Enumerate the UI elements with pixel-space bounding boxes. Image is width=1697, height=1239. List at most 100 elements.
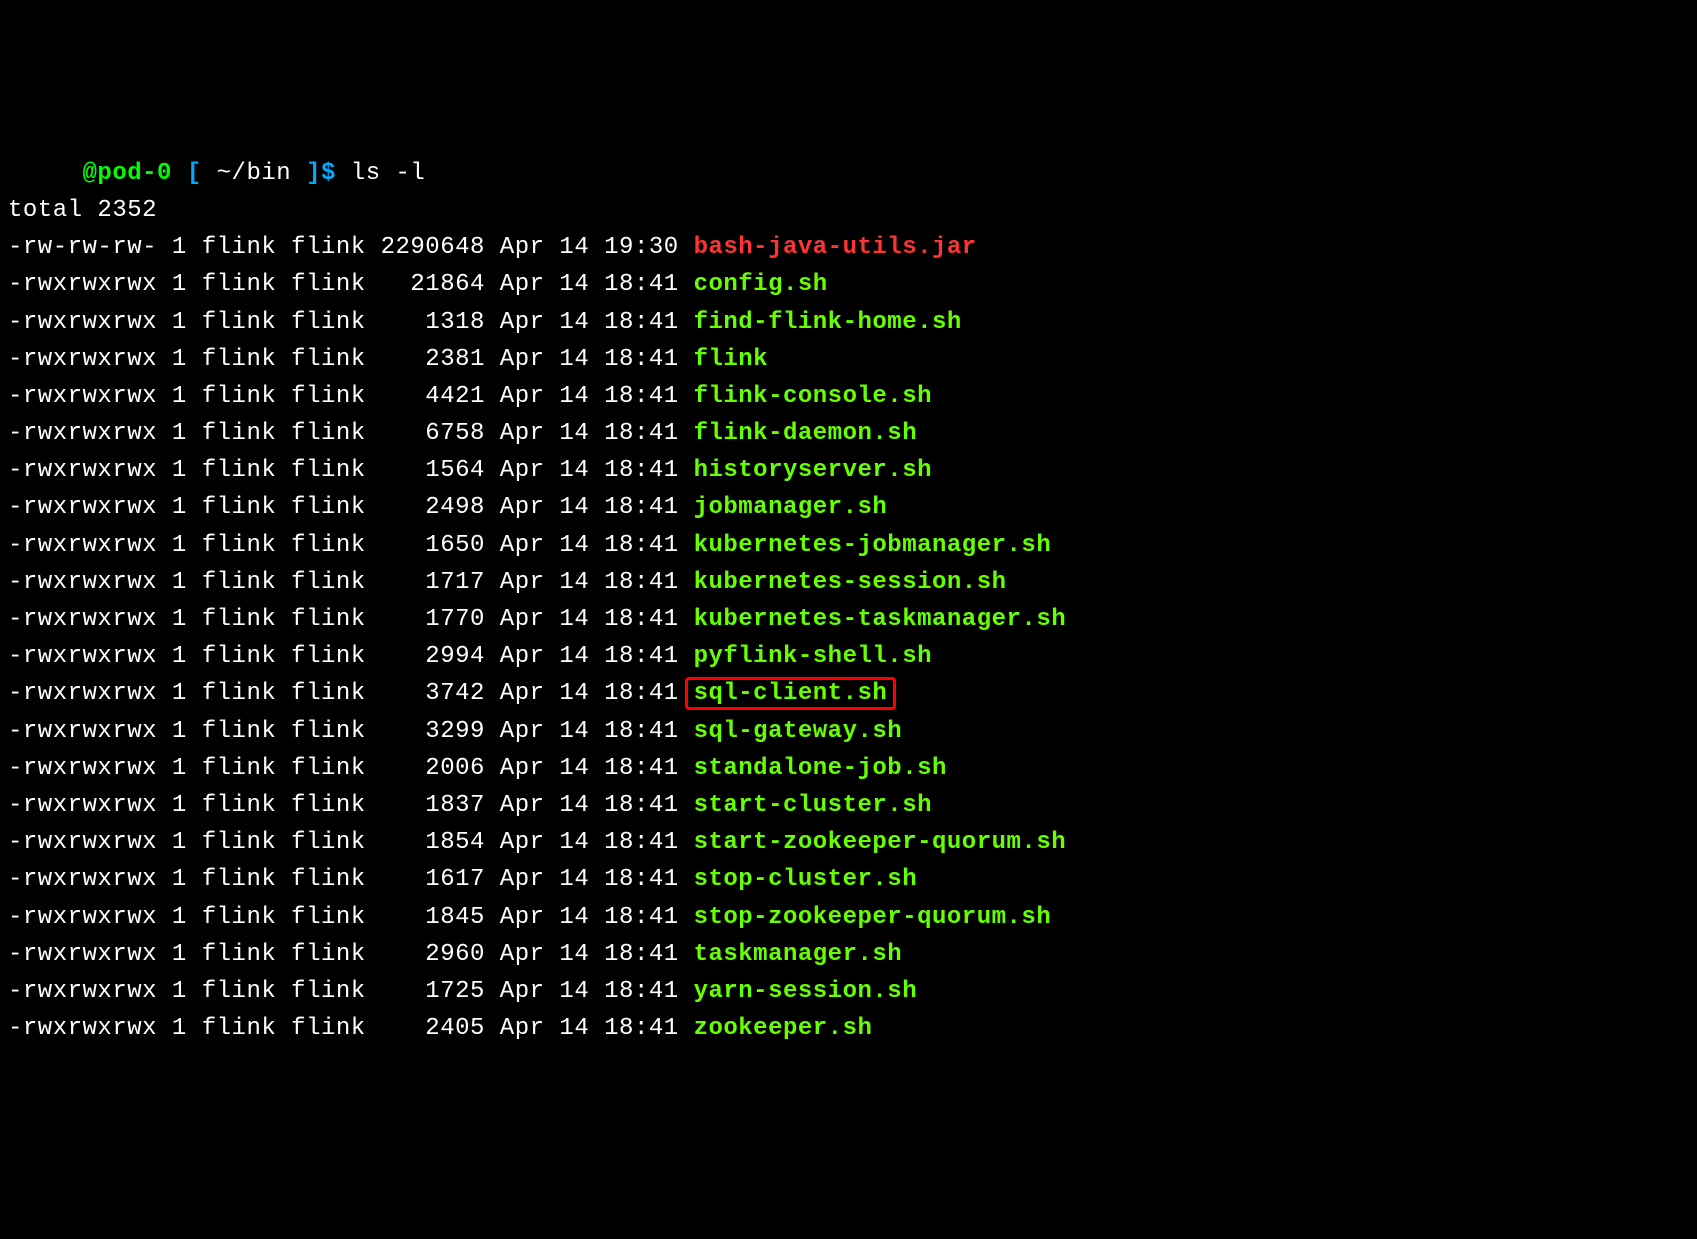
file-time: 18:41: [589, 978, 678, 1005]
file-owner: flink: [187, 271, 276, 298]
file-row: -rwxrwxrwx 1 flink flink 2498 Apr 14 18:…: [8, 489, 1689, 526]
file-size: 1564: [366, 457, 485, 484]
file-name: pyflink-shell.sh: [694, 643, 932, 670]
file-permissions: -rwxrwxrwx: [8, 383, 157, 410]
prompt-host: @pod-0: [83, 160, 172, 187]
file-name: bash-java-utils.jar: [694, 234, 977, 261]
file-size: 1854: [366, 829, 485, 856]
file-permissions: -rwxrwxrwx: [8, 532, 157, 559]
terminal-output[interactable]: @pod-0 [ ~/bin ]$ ls -ltotal 2352-rw-rw-…: [8, 155, 1689, 1048]
file-date: Apr 14: [485, 978, 589, 1005]
file-group: flink: [276, 792, 365, 819]
file-links: 1: [157, 420, 187, 447]
file-permissions: -rwxrwxrwx: [8, 494, 157, 521]
file-row: -rwxrwxrwx 1 flink flink 1717 Apr 14 18:…: [8, 564, 1689, 601]
file-size: 1717: [366, 569, 485, 596]
file-links: 1: [157, 680, 187, 707]
file-group: flink: [276, 680, 365, 707]
file-time: 18:41: [589, 1015, 678, 1042]
file-date: Apr 14: [485, 346, 589, 373]
file-name: standalone-job.sh: [694, 755, 947, 782]
file-time: 18:41: [589, 755, 678, 782]
file-row: -rwxrwxrwx 1 flink flink 1725 Apr 14 18:…: [8, 973, 1689, 1010]
file-name: find-flink-home.sh: [694, 309, 962, 336]
file-date: Apr 14: [485, 271, 589, 298]
prompt-bracket-close: ]: [306, 160, 321, 187]
file-name: start-zookeeper-quorum.sh: [694, 829, 1067, 856]
file-owner: flink: [187, 829, 276, 856]
file-links: 1: [157, 904, 187, 931]
file-links: 1: [157, 532, 187, 559]
total-line: total 2352: [8, 192, 1689, 229]
file-owner: flink: [187, 420, 276, 447]
file-size: 2006: [366, 755, 485, 782]
file-links: 1: [157, 792, 187, 819]
file-row: -rwxrwxrwx 1 flink flink 1617 Apr 14 18:…: [8, 861, 1689, 898]
file-size: 2381: [366, 346, 485, 373]
file-row: -rwxrwxrwx 1 flink flink 1837 Apr 14 18:…: [8, 787, 1689, 824]
file-owner: flink: [187, 643, 276, 670]
file-permissions: -rwxrwxrwx: [8, 346, 157, 373]
file-owner: flink: [187, 234, 276, 261]
file-time: 18:41: [589, 532, 678, 559]
file-group: flink: [276, 904, 365, 931]
file-date: Apr 14: [485, 904, 589, 931]
file-name: kubernetes-session.sh: [694, 569, 1007, 596]
file-row: -rwxrwxrwx 1 flink flink 2994 Apr 14 18:…: [8, 638, 1689, 675]
file-links: 1: [157, 755, 187, 782]
file-date: Apr 14: [485, 606, 589, 633]
file-owner: flink: [187, 718, 276, 745]
file-permissions: -rwxrwxrwx: [8, 792, 157, 819]
file-time: 18:41: [589, 346, 678, 373]
file-group: flink: [276, 532, 365, 559]
file-links: 1: [157, 494, 187, 521]
file-row: -rwxrwxrwx 1 flink flink 1845 Apr 14 18:…: [8, 899, 1689, 936]
file-date: Apr 14: [485, 643, 589, 670]
file-size: 1770: [366, 606, 485, 633]
file-row: -rw-rw-rw- 1 flink flink 2290648 Apr 14 …: [8, 229, 1689, 266]
file-date: Apr 14: [485, 1015, 589, 1042]
file-size: 2290648: [366, 234, 485, 261]
file-permissions: -rwxrwxrwx: [8, 420, 157, 447]
file-permissions: -rwxrwxrwx: [8, 569, 157, 596]
file-group: flink: [276, 643, 365, 670]
file-date: Apr 14: [485, 420, 589, 447]
file-links: 1: [157, 978, 187, 1005]
file-size: 1318: [366, 309, 485, 336]
file-links: 1: [157, 234, 187, 261]
file-links: 1: [157, 346, 187, 373]
file-size: 1617: [366, 866, 485, 893]
file-time: 18:41: [589, 829, 678, 856]
file-date: Apr 14: [485, 569, 589, 596]
file-name: flink: [694, 346, 769, 373]
file-owner: flink: [187, 1015, 276, 1042]
file-group: flink: [276, 271, 365, 298]
file-time: 18:41: [589, 309, 678, 336]
file-name: start-cluster.sh: [694, 792, 932, 819]
file-date: Apr 14: [485, 234, 589, 261]
file-owner: flink: [187, 532, 276, 559]
file-size: 2994: [366, 643, 485, 670]
file-size: 21864: [366, 271, 485, 298]
file-permissions: -rwxrwxrwx: [8, 643, 157, 670]
file-name: stop-cluster.sh: [694, 866, 918, 893]
prompt-dollar: $: [321, 160, 336, 187]
file-time: 18:41: [589, 606, 678, 633]
file-group: flink: [276, 420, 365, 447]
file-time: 18:41: [589, 718, 678, 745]
file-permissions: -rwxrwxrwx: [8, 680, 157, 707]
file-date: Apr 14: [485, 383, 589, 410]
file-time: 18:41: [589, 643, 678, 670]
file-permissions: -rwxrwxrwx: [8, 271, 157, 298]
file-row: -rwxrwxrwx 1 flink flink 1854 Apr 14 18:…: [8, 824, 1689, 861]
file-permissions: -rwxrwxrwx: [8, 1015, 157, 1042]
file-time: 18:41: [589, 792, 678, 819]
file-row: -rwxrwxrwx 1 flink flink 1650 Apr 14 18:…: [8, 527, 1689, 564]
file-date: Apr 14: [485, 755, 589, 782]
file-time: 18:41: [589, 866, 678, 893]
file-group: flink: [276, 346, 365, 373]
file-permissions: -rwxrwxrwx: [8, 457, 157, 484]
file-group: flink: [276, 234, 365, 261]
file-links: 1: [157, 866, 187, 893]
file-date: Apr 14: [485, 941, 589, 968]
